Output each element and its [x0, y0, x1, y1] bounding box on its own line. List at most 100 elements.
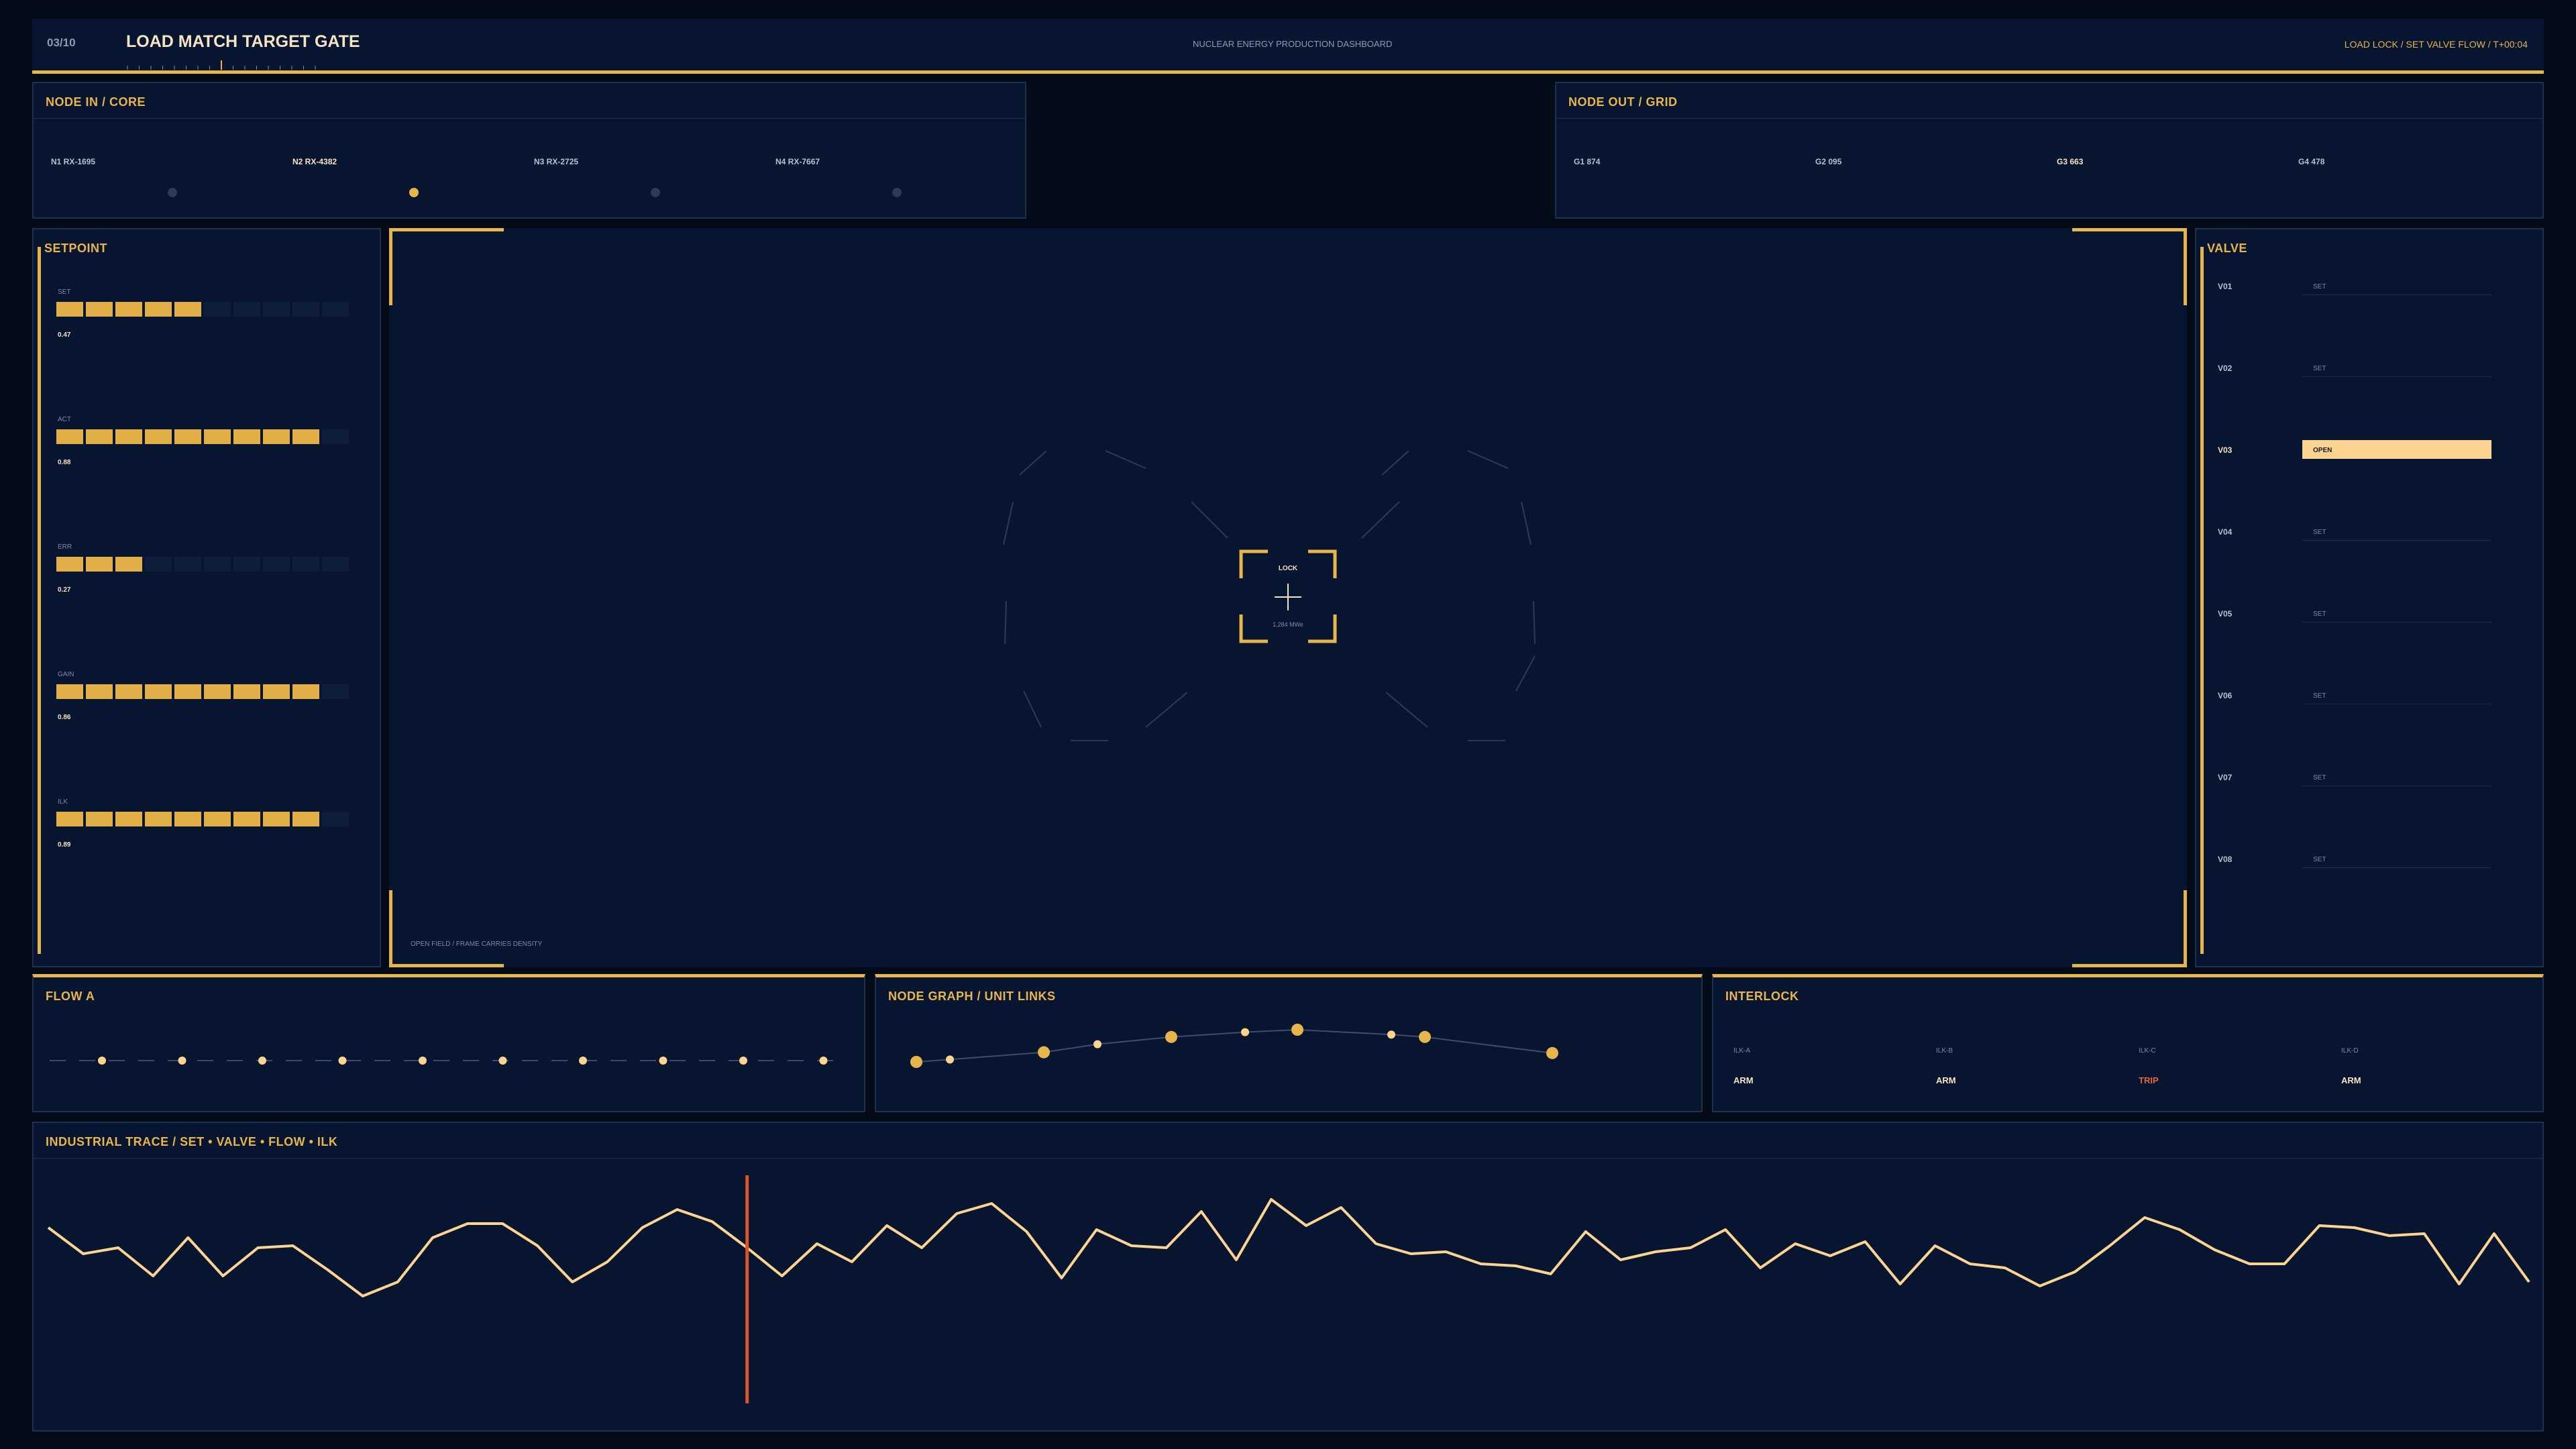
- valve-state-control[interactable]: SET: [2302, 849, 2491, 868]
- valve-accent-rail: [2200, 247, 2204, 954]
- setpoint-bar[interactable]: [56, 429, 349, 444]
- flow-node-dot[interactable]: [338, 1057, 347, 1065]
- node-label[interactable]: N1 RX-1695: [51, 157, 95, 166]
- node-label[interactable]: N3 RX-2725: [534, 157, 578, 166]
- setpoint-bar-segment: [145, 812, 172, 826]
- valve-state-control[interactable]: SET: [2302, 604, 2491, 623]
- setpoint-row-label: ILK: [58, 798, 68, 806]
- setpoint-bar-segment: [115, 429, 142, 444]
- setpoint-bar-segment: [263, 812, 290, 826]
- flow-node-dot[interactable]: [258, 1057, 266, 1065]
- viewport-footer: OPEN FIELD / FRAME CARRIES DENSITY: [411, 941, 543, 948]
- node-graph-point[interactable]: [1419, 1030, 1431, 1043]
- setpoint-accent-rail: [38, 247, 41, 954]
- valve-state-control[interactable]: OPEN: [2302, 440, 2491, 459]
- setpoint-title: SETPOINT: [44, 241, 108, 255]
- node-label[interactable]: G2 095: [1815, 157, 1841, 166]
- page-title: LOAD MATCH TARGET GATE: [126, 32, 360, 51]
- flow-node-dot[interactable]: [98, 1057, 106, 1065]
- setpoint-bar-segment: [56, 812, 83, 826]
- node-label[interactable]: G3 663: [2057, 157, 2083, 166]
- setpoint-bar-segment: [56, 557, 83, 572]
- valve-state-control[interactable]: SET: [2302, 358, 2491, 377]
- setpoint-panel: SETPOINT SET 0.47 ACT 0.88 ERR 0.27 GAIN 0.86 IL…: [32, 228, 381, 967]
- trace-line: [47, 1198, 2530, 1297]
- valve-state-control[interactable]: SET: [2302, 686, 2491, 704]
- setpoint-bar-segment: [86, 684, 113, 699]
- node-graph-point[interactable]: [1093, 1040, 1102, 1049]
- valve-state-control[interactable]: SET: [2302, 522, 2491, 541]
- node-graph-point[interactable]: [1165, 1030, 1177, 1043]
- flow-node-dot[interactable]: [659, 1057, 667, 1065]
- flow-node-dot[interactable]: [178, 1057, 186, 1065]
- setpoint-row-label: GAIN: [58, 671, 74, 678]
- setpoint-row-value: 0.89: [58, 841, 71, 849]
- interlock-panel: INTERLOCK ILK-A ARM ILK-B ARM ILK-C TRIP ILK-D…: [1712, 974, 2544, 1112]
- node-graph-point[interactable]: [1291, 1024, 1303, 1036]
- setpoint-bar[interactable]: [56, 557, 349, 572]
- node-out-title: NODE OUT / GRID: [1568, 95, 1678, 109]
- lock-label: LOCK: [1278, 565, 1298, 572]
- industrial-trace-chart[interactable]: [34, 1123, 2542, 1430]
- node-status-dot: [892, 188, 902, 197]
- setpoint-bar-segment: [56, 684, 83, 699]
- setpoint-bar-segment: [204, 812, 231, 826]
- valve-state-control[interactable]: SET: [2302, 276, 2491, 295]
- valve-id: V06: [2218, 691, 2233, 700]
- flow-node-dot[interactable]: [819, 1057, 828, 1065]
- setpoint-bar-segment: [322, 812, 349, 826]
- setpoint-bar[interactable]: [56, 684, 349, 699]
- setpoint-bar-segment: [115, 557, 142, 572]
- node-out-panel: NODE OUT / GRID G1 874 G2 095 G3 663 G4 478: [1555, 82, 2544, 219]
- setpoint-bar-segment: [204, 684, 231, 699]
- node-status-dot: [651, 188, 660, 197]
- setpoint-bar-segment: [86, 812, 113, 826]
- setpoint-bar-segment: [174, 684, 201, 699]
- breadcrumb[interactable]: LOAD LOCK / SET VALVE FLOW / T+00:04: [2345, 39, 2528, 50]
- interlock-state[interactable]: ARM: [1936, 1075, 1956, 1085]
- flow-node-dot[interactable]: [739, 1057, 747, 1065]
- valve-state-control[interactable]: SET: [2302, 767, 2491, 786]
- valve-id: V03: [2218, 445, 2233, 455]
- interlock-state[interactable]: ARM: [1733, 1075, 1754, 1085]
- interlock-label: ILK-A: [1733, 1047, 1751, 1055]
- node-graph-point[interactable]: [1241, 1028, 1249, 1036]
- node-graph-link: [916, 1028, 1553, 1063]
- interlock-state[interactable]: ARM: [2341, 1075, 2361, 1085]
- setpoint-bar[interactable]: [56, 812, 349, 826]
- setpoint-bar[interactable]: [56, 302, 349, 317]
- setpoint-row-value: 0.47: [58, 331, 71, 339]
- setpoint-bar-segment: [174, 429, 201, 444]
- node-status-dot: [168, 188, 177, 197]
- interlock-state[interactable]: TRIP: [2139, 1075, 2159, 1085]
- node-graph-point[interactable]: [1546, 1046, 1558, 1059]
- flow-node-dot[interactable]: [498, 1057, 507, 1065]
- node-label[interactable]: G1 874: [1574, 157, 1600, 166]
- node-graph-point[interactable]: [946, 1055, 954, 1064]
- node-label[interactable]: G4 478: [2298, 157, 2324, 166]
- flow-node-dot[interactable]: [579, 1057, 587, 1065]
- node-label[interactable]: N2 RX-4382: [292, 157, 337, 166]
- setpoint-row-label: ACT: [58, 416, 71, 423]
- valve-id: V08: [2218, 855, 2233, 864]
- node-graph-point[interactable]: [1387, 1030, 1395, 1039]
- node-in-title: NODE IN / CORE: [46, 95, 146, 109]
- setpoint-bar-segment: [292, 684, 319, 699]
- setpoint-bar-segment: [145, 302, 172, 317]
- node-label[interactable]: N4 RX-7667: [775, 157, 820, 166]
- valve-title: VALVE: [2207, 241, 2247, 255]
- setpoint-bar-segment: [204, 302, 231, 317]
- setpoint-bar-segment: [292, 302, 319, 317]
- panel-divider: [1556, 118, 2542, 119]
- setpoint-row-value: 0.86: [58, 714, 71, 721]
- density-field-graphic: [1003, 450, 1536, 741]
- node-graph-point[interactable]: [910, 1056, 922, 1068]
- node-graph-panel: NODE GRAPH / UNIT LINKS: [875, 974, 1703, 1112]
- flow-node-dot[interactable]: [419, 1057, 427, 1065]
- setpoint-bar-segment: [174, 812, 201, 826]
- industrial-trace-panel: INDUSTRIAL TRACE / SET • VALVE • FLOW • …: [32, 1122, 2544, 1432]
- setpoint-row-value: 0.27: [58, 586, 71, 594]
- main-viewport[interactable]: LOCK 1,284 MWe OPEN FIELD / FRAME CARRIE…: [389, 228, 2187, 967]
- node-graph-point[interactable]: [1038, 1046, 1050, 1059]
- node-in-panel: NODE IN / CORE N1 RX-1695 N2 RX-4382 N3 RX…: [32, 82, 1026, 219]
